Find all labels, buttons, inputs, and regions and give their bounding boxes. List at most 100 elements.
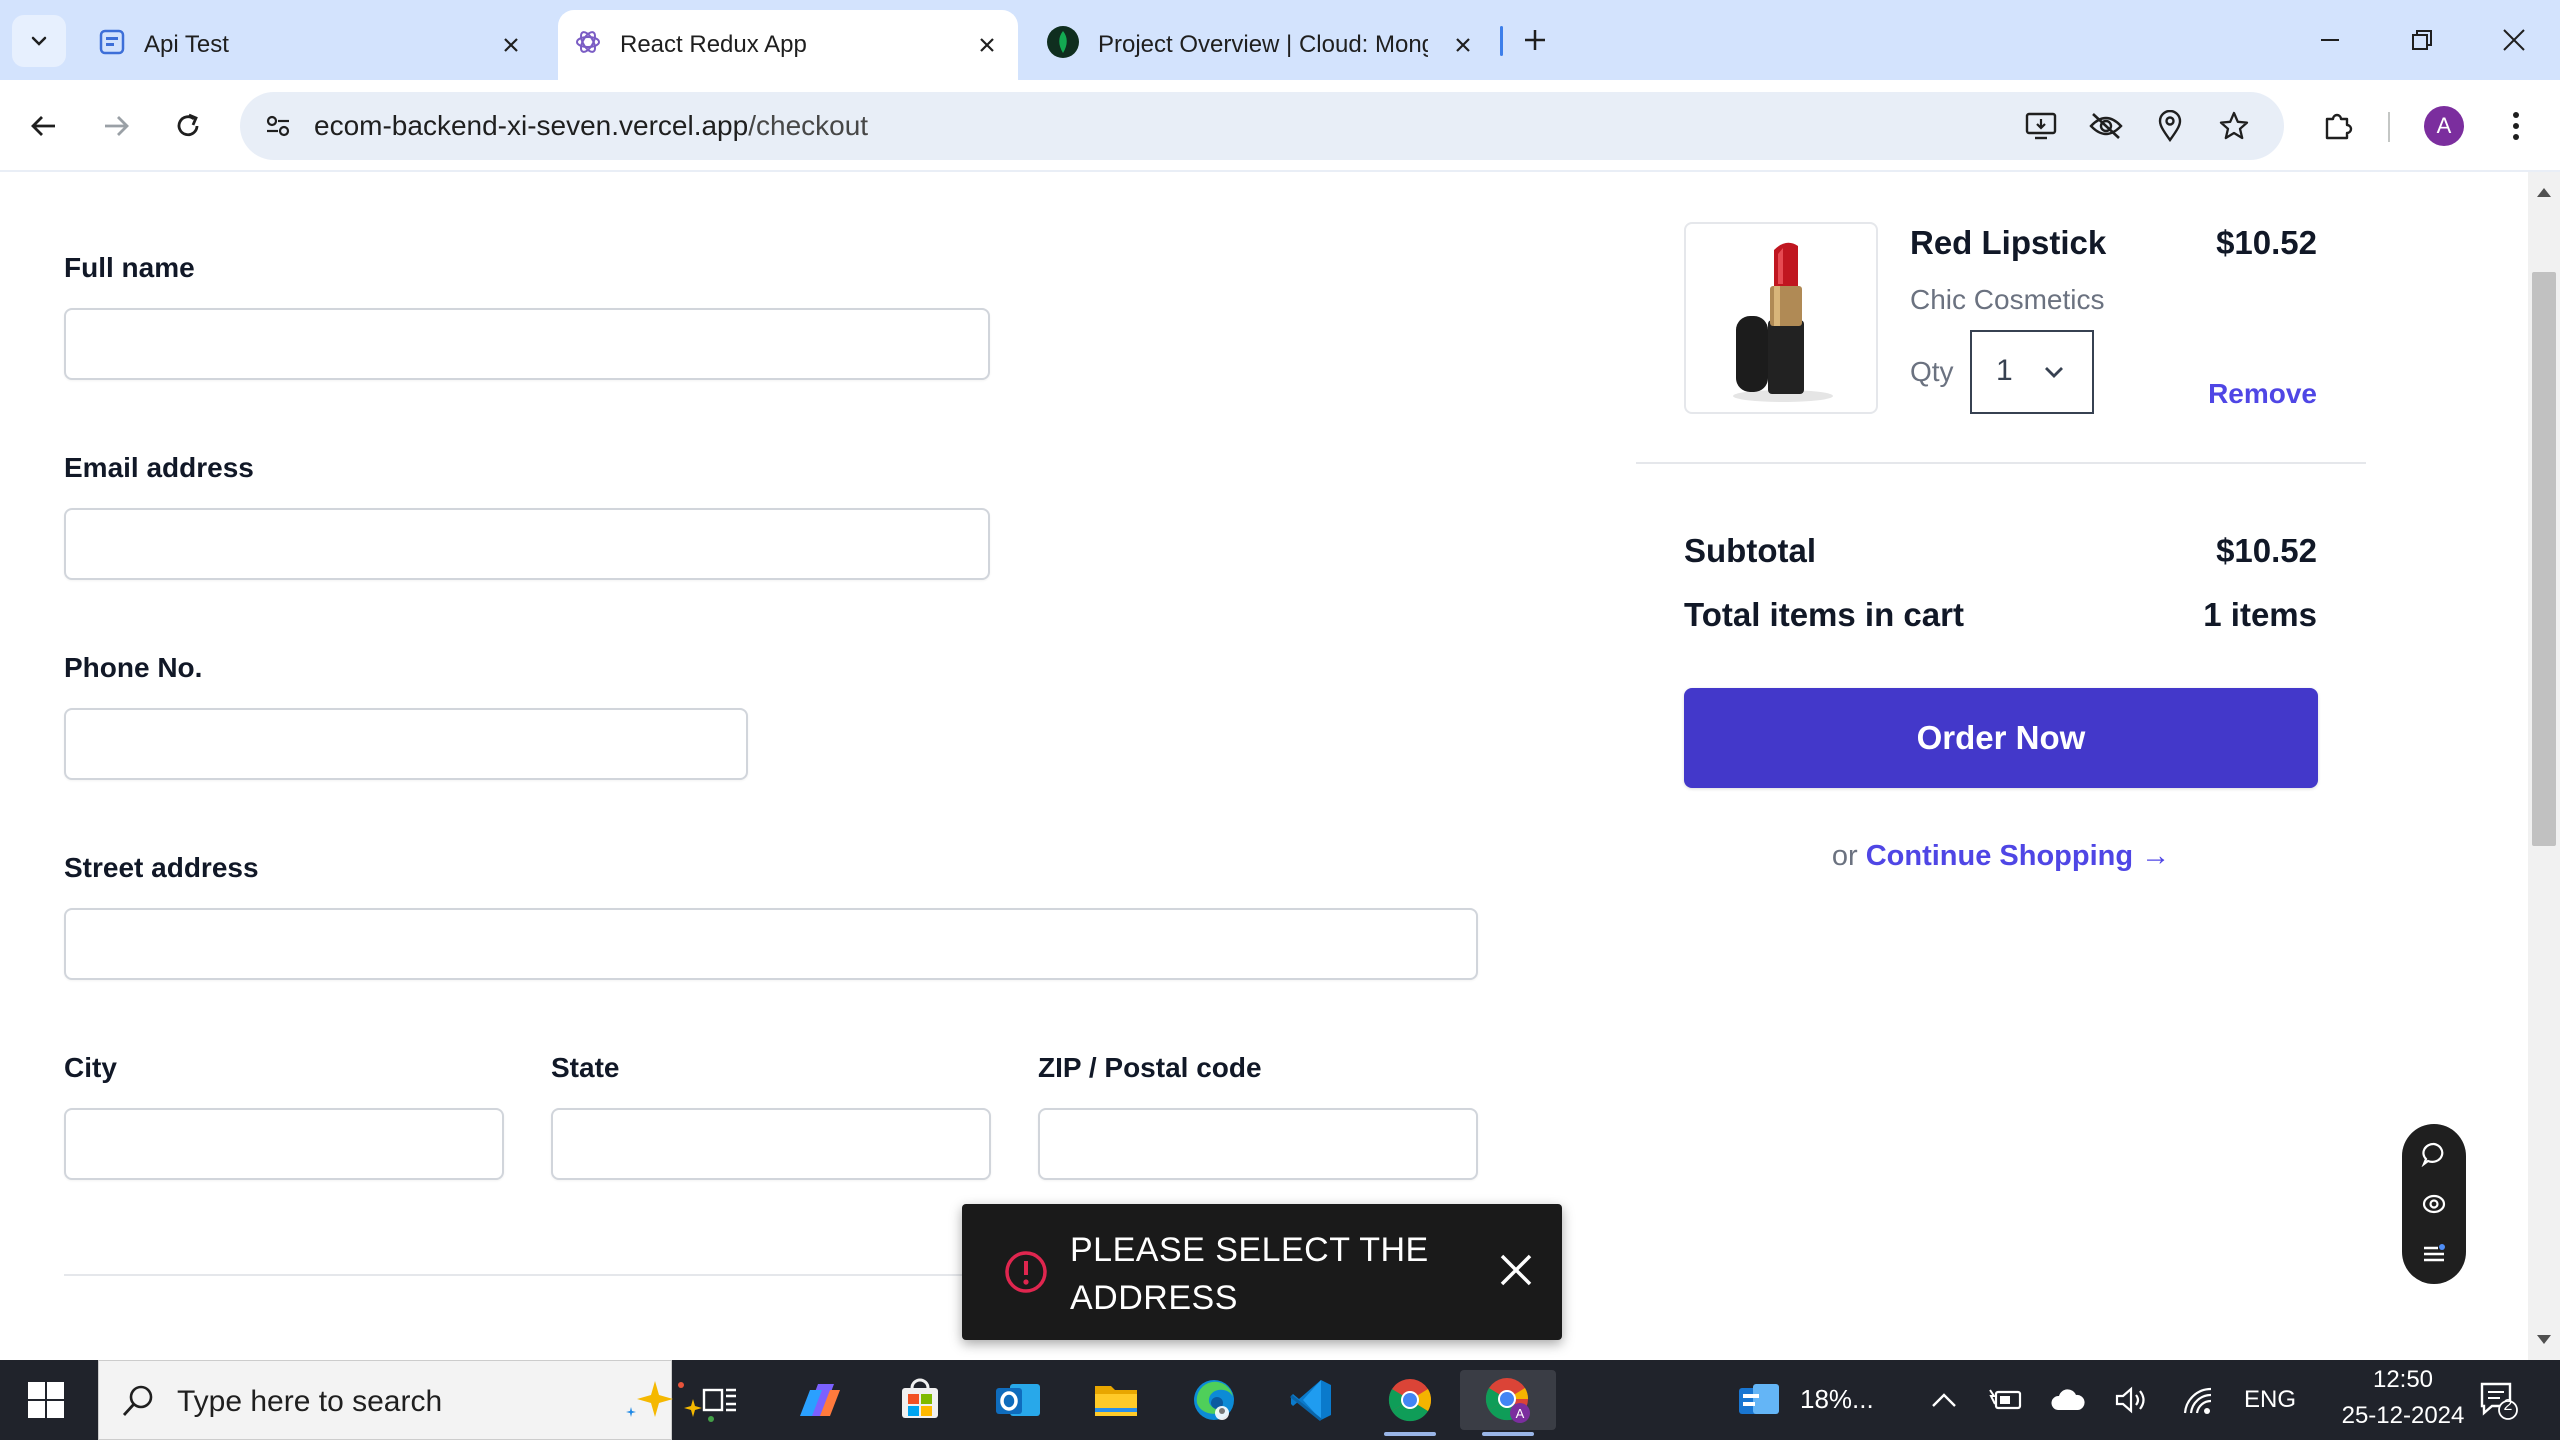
tab-favicon-icon [98, 28, 126, 63]
email-input[interactable] [64, 508, 990, 580]
state-label: State [551, 1052, 620, 1083]
windows-taskbar: Type here to search A 18%... ENG 12:50 2… [0, 1360, 2560, 1440]
running-indicator [1482, 1432, 1534, 1436]
clock-date[interactable]: 25-12-2024 [2338, 1402, 2468, 1430]
address-bar[interactable]: ecom-backend-xi-seven.vercel.app/checkou… [240, 92, 2284, 160]
page-scrollbar[interactable] [2528, 172, 2560, 1360]
reload-button[interactable] [164, 102, 212, 150]
notification-count: 2 [2503, 1397, 2513, 1414]
continue-shopping-link[interactable]: Continue Shopping → [1866, 840, 2170, 872]
bookmark-star-icon[interactable] [2212, 104, 2256, 148]
profile-avatar[interactable]: A [2424, 106, 2464, 146]
qty-label: Qty [1910, 356, 1954, 387]
product-name[interactable]: Red Lipstick [1910, 224, 2106, 262]
order-now-button[interactable]: Order Now [1684, 688, 2318, 788]
outlook-icon [996, 1384, 1040, 1416]
task-view-button[interactable] [672, 1370, 768, 1430]
tab-react-redux-app[interactable]: React Redux App [558, 10, 1018, 80]
arrow-left-icon [31, 116, 55, 136]
location-pin-icon[interactable] [2148, 104, 2192, 148]
weather-widget-icon[interactable] [1736, 1382, 1782, 1418]
alert-circle-icon [1005, 1251, 1047, 1293]
scrollbar-thumb[interactable] [2532, 272, 2556, 846]
wifi-icon[interactable] [2180, 1382, 2216, 1418]
vscode-button[interactable] [1264, 1370, 1360, 1430]
remove-item-button[interactable]: Remove [2208, 378, 2317, 410]
browser-menu-button[interactable] [2492, 102, 2540, 150]
edge-icon [1194, 1380, 1234, 1420]
street-address-input[interactable] [64, 908, 1478, 980]
store-icon [902, 1378, 938, 1418]
close-window-button[interactable] [2484, 14, 2544, 66]
search-icon [122, 1385, 153, 1416]
plus-icon [1525, 30, 1545, 50]
language-indicator[interactable]: ENG [2244, 1386, 2296, 1414]
close-icon[interactable] [498, 32, 524, 58]
continue-shopping-row: or Continue Shopping → [1684, 840, 2318, 873]
start-button[interactable] [28, 1382, 64, 1423]
new-tab-button[interactable] [1515, 20, 1555, 60]
install-app-icon[interactable] [2020, 104, 2064, 148]
scroll-up-arrow-icon[interactable] [2536, 186, 2552, 198]
url-path: /checkout [748, 110, 869, 141]
list-icon[interactable] [2420, 1240, 2448, 1268]
weather-text[interactable]: 18%... [1800, 1384, 1874, 1415]
quantity-select[interactable]: 1 [1970, 330, 2094, 414]
phone-input[interactable] [64, 708, 748, 780]
copilot-button[interactable] [772, 1370, 868, 1430]
total-items-value: 1 items [2203, 596, 2317, 633]
scroll-down-arrow-icon[interactable] [2536, 1334, 2552, 1346]
full-name-label: Full name [64, 252, 195, 283]
mongodb-leaf-icon [1046, 25, 1080, 66]
product-price: $10.52 [2216, 224, 2317, 261]
eye-off-icon[interactable] [2084, 104, 2128, 148]
site-info-button[interactable] [254, 102, 302, 150]
restore-icon [2412, 30, 2432, 50]
microsoft-store-button[interactable] [872, 1370, 968, 1430]
tab-project-overview[interactable]: Project Overview | Cloud: Mong [1034, 10, 1494, 80]
full-name-input[interactable] [64, 308, 990, 380]
edge-button[interactable] [1166, 1370, 1262, 1430]
eye-icon[interactable] [2420, 1190, 2448, 1218]
close-icon[interactable] [974, 32, 1000, 58]
running-indicator [1384, 1432, 1436, 1436]
chrome-icon: A [1485, 1378, 1530, 1423]
forward-button[interactable] [92, 102, 140, 150]
back-button[interactable] [20, 102, 68, 150]
task-view-icon [702, 1388, 736, 1412]
notifications-button[interactable]: 2 [2476, 1378, 2520, 1422]
browser-tab-bar: Api Test React Redux App Project Overvie… [0, 0, 2560, 80]
summary-divider [1636, 462, 2366, 464]
outlook-button[interactable] [970, 1370, 1066, 1430]
tune-icon [266, 115, 290, 137]
chrome-button[interactable] [1362, 1370, 1458, 1436]
clock-time[interactable]: 12:50 [2348, 1366, 2458, 1394]
city-input[interactable] [64, 1108, 504, 1180]
volume-icon[interactable] [2114, 1382, 2150, 1418]
extensions-button[interactable] [2314, 102, 2362, 150]
minimize-button[interactable] [2300, 14, 2360, 66]
onedrive-cloud-icon[interactable] [2050, 1382, 2086, 1418]
close-icon[interactable] [1498, 1252, 1534, 1288]
url-host: ecom-backend-xi-seven.vercel.app [314, 110, 749, 141]
continue-prefix: or [1831, 840, 1858, 872]
zip-input[interactable] [1038, 1108, 1478, 1180]
chrome-profile-button[interactable]: A [1460, 1370, 1556, 1436]
battery-icon[interactable] [1988, 1382, 2024, 1418]
tab-search-button[interactable] [12, 15, 66, 67]
restore-button[interactable] [2392, 14, 2452, 66]
product-image [1684, 222, 1878, 414]
checkout-page: Full name Email address Phone No. Street… [0, 172, 2528, 1360]
chat-bubble-icon[interactable] [2420, 1140, 2448, 1168]
tab-api-test[interactable]: Api Test [82, 10, 542, 80]
file-explorer-button[interactable] [1068, 1370, 1164, 1430]
url-text[interactable]: ecom-backend-xi-seven.vercel.app/checkou… [314, 110, 868, 142]
floating-tools-panel [2402, 1124, 2466, 1284]
state-input[interactable] [551, 1108, 991, 1180]
subtotal-value: $10.52 [2216, 532, 2317, 569]
close-icon[interactable] [1450, 32, 1476, 58]
email-label: Email address [64, 452, 254, 483]
taskbar-search-box[interactable]: Type here to search [98, 1360, 714, 1440]
chevron-up-icon[interactable] [1926, 1382, 1962, 1418]
puzzle-icon [2325, 113, 2353, 140]
